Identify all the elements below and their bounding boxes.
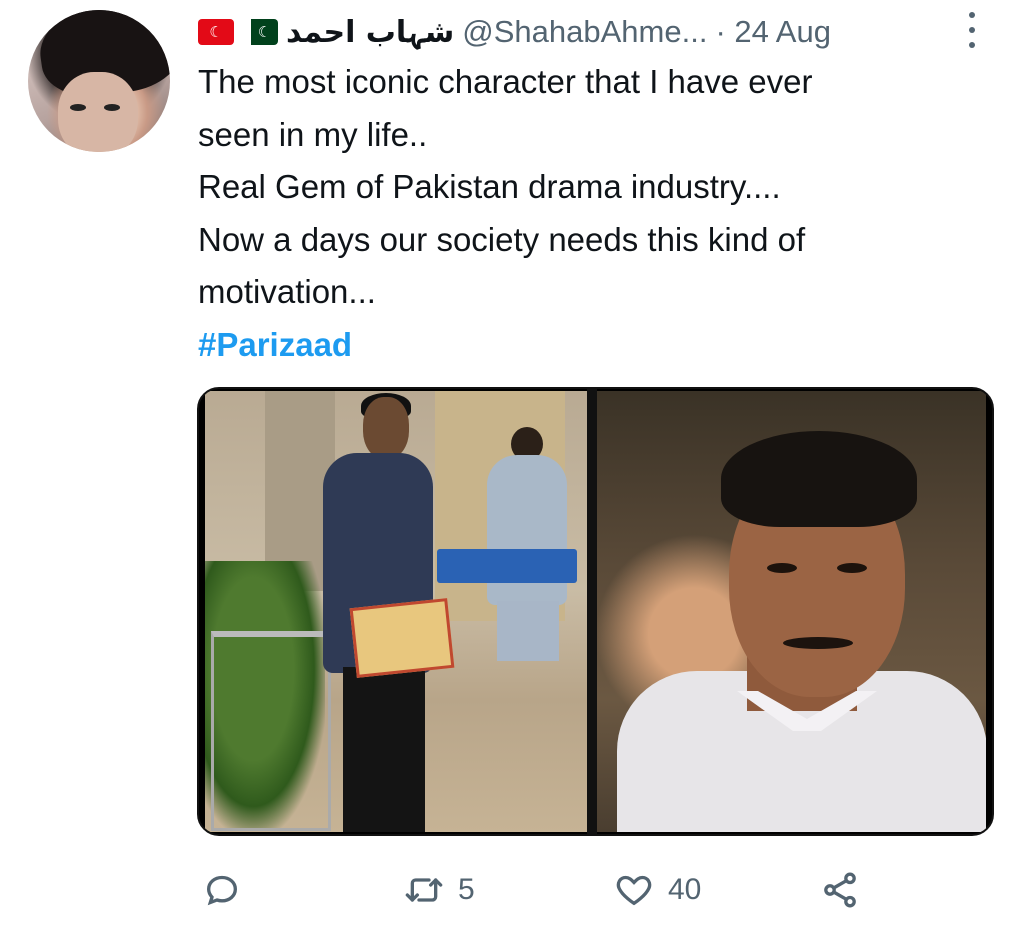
tweet-header: ☾ ☾ شہاب احمد @ShahabAhme... · 24 Aug	[198, 10, 831, 54]
hashtag-link[interactable]: #Parizaad	[198, 319, 988, 372]
tweet-timestamp[interactable]: · 24 Aug	[715, 14, 830, 50]
tweet-line: motivation...	[198, 273, 376, 311]
tweet-line: Now a days our society needs this kind o…	[198, 220, 806, 258]
tweet-line: Real Gem of Pakistan drama industry....	[198, 168, 781, 206]
tweet-line: seen in my life..	[198, 115, 428, 153]
pakistan-flag-icon: ☾	[242, 19, 278, 45]
media-photo-street[interactable]	[205, 391, 587, 832]
tweet-text: The most iconic character that I have ev…	[198, 56, 988, 372]
media-photo-portrait[interactable]	[597, 391, 986, 832]
reply-button[interactable]	[202, 862, 242, 918]
share-button[interactable]	[820, 862, 860, 918]
author-name[interactable]: شہاب احمد	[286, 15, 454, 50]
turkey-flag-icon: ☾	[198, 19, 234, 45]
avatar[interactable]	[28, 10, 170, 152]
retweet-button[interactable]: 5	[404, 862, 475, 918]
author-handle[interactable]: @ShahabAhme...	[462, 14, 707, 50]
like-count: 40	[668, 873, 702, 906]
tweet-actions: 5 40	[198, 862, 898, 918]
retweet-icon	[405, 878, 443, 902]
tweet-line: The most iconic character that I have ev…	[198, 63, 813, 100]
more-options-icon[interactable]	[960, 12, 984, 48]
tweet-media[interactable]	[197, 387, 994, 836]
like-button[interactable]: 40	[614, 862, 701, 918]
speech-bubble-icon	[206, 875, 238, 906]
share-icon	[824, 872, 856, 908]
retweet-count: 5	[458, 873, 475, 906]
heart-icon	[616, 875, 652, 906]
